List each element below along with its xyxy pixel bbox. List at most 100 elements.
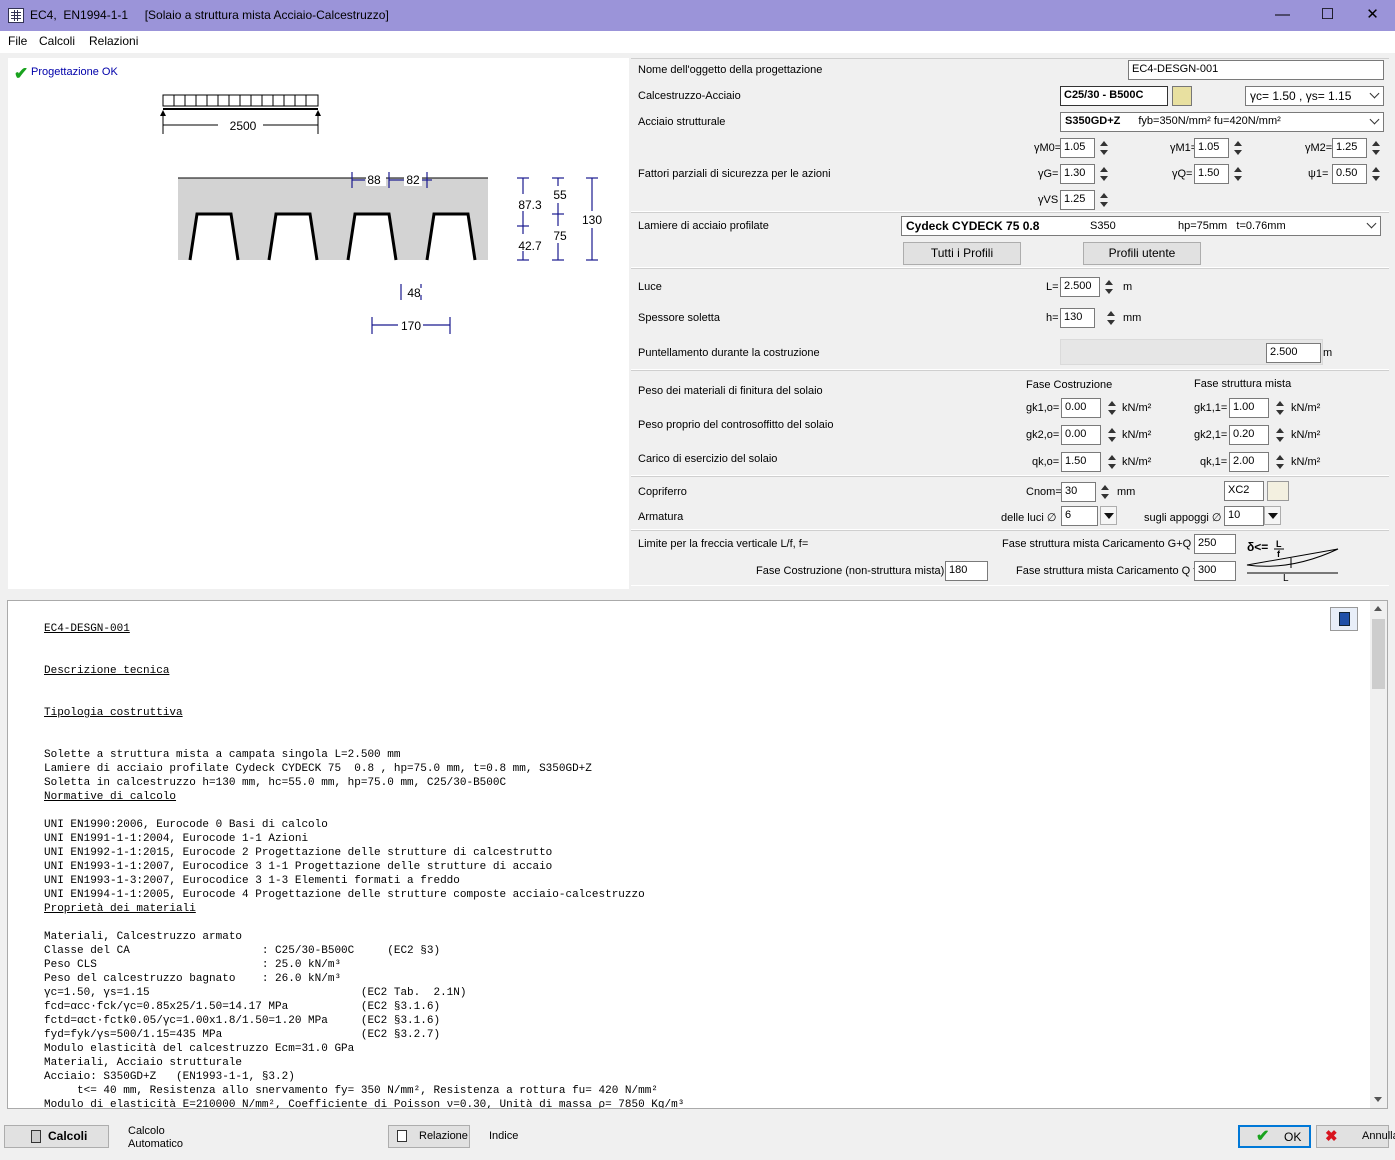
svg-text:L: L — [1276, 539, 1282, 549]
deflection-diagram-icon: δ<= L f L — [1246, 539, 1339, 583]
gm0-spinner[interactable] — [1097, 138, 1111, 158]
gg-spinner[interactable] — [1097, 164, 1111, 184]
cnom-input[interactable]: 30 — [1061, 482, 1096, 502]
report-scrollbar[interactable] — [1370, 601, 1387, 1108]
spessore-input[interactable]: 130 — [1060, 308, 1095, 328]
minimize-icon[interactable]: — — [1260, 0, 1305, 30]
gk21-spinner[interactable] — [1273, 425, 1287, 445]
luce-input[interactable]: 2.500 — [1060, 277, 1100, 297]
freccia-label: Limite per la freccia verticale L/f, f= — [638, 538, 809, 550]
print-preview-icon[interactable] — [1330, 607, 1358, 631]
menu-file[interactable]: File — [8, 34, 27, 48]
gvs-spinner[interactable] — [1097, 190, 1111, 210]
gk11-input[interactable]: 1.00 — [1229, 398, 1269, 418]
chevron-down-icon — [1369, 88, 1380, 99]
exposure-input[interactable]: XC2 — [1224, 481, 1264, 501]
gamma-value: γc= 1.50 , γs= 1.15 — [1250, 89, 1352, 103]
gq-spinner[interactable] — [1231, 164, 1245, 184]
gk1o-input[interactable]: 0.00 — [1061, 398, 1101, 418]
qk1-unit: kN/m² — [1291, 456, 1321, 468]
psi-label: ψ1= — [1308, 168, 1329, 180]
luce-spinner[interactable] — [1102, 277, 1116, 297]
maximize-icon[interactable]: ☐ — [1305, 0, 1350, 30]
qko-input[interactable]: 1.50 — [1061, 452, 1101, 472]
luce-unit: m — [1123, 281, 1133, 293]
acciaio-combo[interactable]: S350GD+Z fyb=350N/mm² fu=420N/mm² — [1060, 112, 1384, 132]
calcoli-button[interactable]: Calcoli — [4, 1125, 109, 1148]
gm0-input[interactable]: 1.05 — [1060, 138, 1095, 158]
scroll-thumb[interactable] — [1372, 619, 1385, 689]
gk1o-spinner[interactable] — [1105, 398, 1119, 418]
gm1-spinner[interactable] — [1231, 138, 1245, 158]
window-title: EC4, EN1994-1-1 [Solaio a struttura mist… — [30, 8, 389, 22]
scroll-up-icon[interactable] — [1374, 606, 1382, 611]
lamiere-combo[interactable]: Cydeck CYDECK 75 0.8 S350 hp=75mm t=0.76… — [901, 216, 1381, 236]
appoggi-label: sugli appoggi ∅ — [1144, 512, 1222, 524]
qk1-input[interactable]: 2.00 — [1229, 452, 1269, 472]
gk11-label: gk1,1= — [1194, 402, 1228, 414]
geometria-section: Luce L= 2.500 m Spessore soletta h= 130 … — [631, 268, 1389, 370]
fq-input[interactable]: 300 — [1194, 561, 1236, 581]
qko-spinner[interactable] — [1105, 452, 1119, 472]
material-picker-icon[interactable] — [1172, 86, 1192, 106]
menu-calcoli[interactable]: Calcoli — [39, 34, 75, 48]
gq-label: γQ= — [1172, 168, 1193, 180]
report-text: EC4-DESGN-001 Descrizione tecnica Tipolo… — [44, 623, 685, 1109]
L-label: L= — [1046, 281, 1059, 293]
gk2o-input[interactable]: 0.00 — [1061, 425, 1101, 445]
puntellamento-input[interactable]: 2.500 — [1266, 343, 1321, 363]
fgq-input[interactable]: 250 — [1194, 534, 1236, 554]
profili-utente-button[interactable]: Profili utente — [1083, 242, 1201, 265]
gg-input[interactable]: 1.30 — [1060, 164, 1095, 184]
qk1-spinner[interactable] — [1273, 452, 1287, 472]
qk1-label: qk,1= — [1200, 456, 1228, 468]
gk11-spinner[interactable] — [1273, 398, 1287, 418]
cnom-spinner[interactable] — [1098, 482, 1112, 502]
scroll-down-icon[interactable] — [1374, 1097, 1382, 1102]
gk11-unit: kN/m² — [1291, 402, 1321, 414]
h-label: h= — [1046, 312, 1059, 324]
gamma-combo[interactable]: γc= 1.50 , γs= 1.15 — [1245, 86, 1384, 106]
gk21-input[interactable]: 0.20 — [1229, 425, 1269, 445]
indice-label[interactable]: Indice — [489, 1130, 518, 1142]
gm2-input[interactable]: 1.25 — [1332, 138, 1367, 158]
gk2o-spinner[interactable] — [1105, 425, 1119, 445]
lamiere-label: Lamiere di acciaio profilate — [638, 220, 769, 232]
check-icon: ✔ — [1256, 1128, 1270, 1145]
gm2-spinner[interactable] — [1369, 138, 1383, 158]
gm2-label: γM2= — [1305, 142, 1333, 154]
appoggi-input[interactable]: 10 — [1224, 506, 1264, 526]
report-panel[interactable]: EC4-DESGN-001 Descrizione tecnica Tipolo… — [7, 600, 1388, 1109]
appoggi-dropdown[interactable] — [1264, 506, 1281, 525]
luci-dropdown[interactable] — [1100, 506, 1117, 525]
tutti-profili-button[interactable]: Tutti i Profili — [903, 242, 1021, 265]
copriferro-label: Copriferro — [638, 486, 687, 498]
gg-label: γG= — [1038, 168, 1059, 180]
gq-input[interactable]: 1.50 — [1194, 164, 1229, 184]
carichi-section: Fase Costruzione Fase struttura mista Pe… — [631, 370, 1389, 476]
cls-input[interactable]: C25/30 - B500C — [1060, 86, 1168, 106]
spessore-spinner[interactable] — [1104, 308, 1118, 328]
calcolo-automatico-label-2[interactable]: Automatico — [128, 1138, 183, 1150]
calculator-icon — [31, 1130, 41, 1143]
nome-input[interactable]: EC4-DESGN-001 — [1128, 60, 1384, 80]
ok-button[interactable]: ✔ OK — [1238, 1125, 1311, 1148]
close-icon[interactable]: ✕ — [1350, 0, 1395, 30]
calcolo-automatico-label-1[interactable]: Calcolo — [128, 1125, 165, 1137]
menu-relazioni[interactable]: Relazioni — [89, 34, 138, 48]
relazione-button[interactable]: Relazione — [388, 1125, 470, 1148]
gm1-input[interactable]: 1.05 — [1194, 138, 1229, 158]
psi-input[interactable]: 0.50 — [1332, 164, 1367, 184]
relazione-label: Relazione — [419, 1130, 468, 1142]
document-search-icon — [397, 1130, 407, 1142]
chevron-down-icon — [1366, 218, 1377, 229]
fc-input[interactable]: 180 — [945, 561, 988, 581]
psi-spinner[interactable] — [1369, 164, 1383, 184]
hand-pointer-icon[interactable] — [1267, 481, 1289, 501]
span-dimension: 2500 — [230, 119, 257, 133]
annulla-button[interactable]: ✖ Annulla — [1316, 1125, 1395, 1148]
lamiere-dims: hp=75mm t=0.76mm — [1178, 220, 1286, 232]
luci-input[interactable]: 6 — [1061, 506, 1098, 526]
gvs-input[interactable]: 1.25 — [1060, 190, 1095, 210]
cancel-x-icon: ✖ — [1325, 1128, 1338, 1145]
